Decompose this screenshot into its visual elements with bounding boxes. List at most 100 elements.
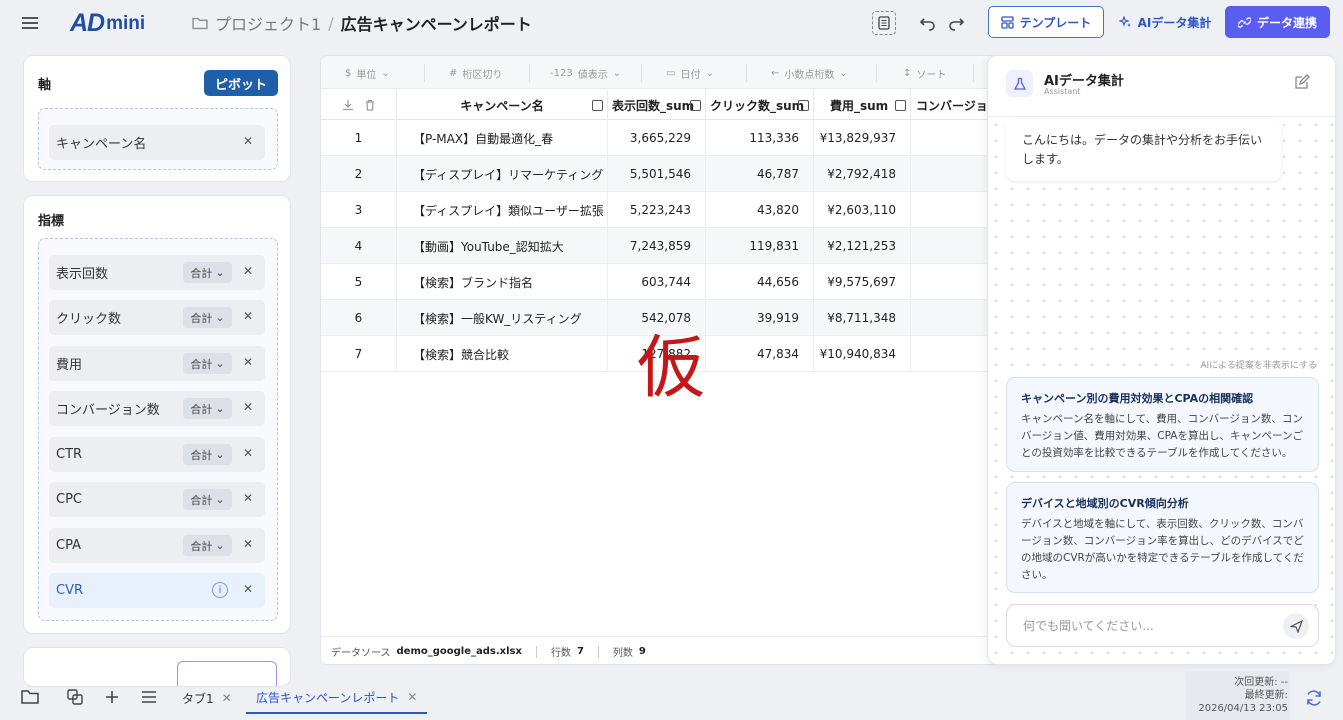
data-link-label: データ連携 <box>1256 15 1317 30</box>
column-count-value: 9 <box>638 646 646 657</box>
remove-icon[interactable]: ✕ <box>243 355 253 369</box>
chat-input[interactable]: 何でも聞いてください... <box>1006 604 1319 647</box>
sort-button[interactable]: ↕ ソート <box>903 66 946 81</box>
suggestion-title: デバイスと地域別のCVR傾向分析 <box>1021 497 1189 510</box>
column-checkbox[interactable] <box>690 99 701 111</box>
metric-field[interactable]: CPA 合計 ⌄ ✕ <box>49 528 265 563</box>
edit-icon[interactable] <box>1294 74 1312 92</box>
folder-icon[interactable] <box>20 688 40 706</box>
data-link-button[interactable]: データ連携 <box>1225 6 1330 38</box>
table-toolbar: $ 単位 ⌄ # 桁区切り -123 値表示 ⌄ ▭ 日付 ⌄ ← 小数点桁数 ⌄ ↕ ソート <box>321 56 995 89</box>
column-checkbox[interactable] <box>592 99 603 111</box>
remove-icon[interactable]: ✕ <box>243 582 253 596</box>
unit-select[interactable]: $ 単位 ⌄ <box>345 66 390 81</box>
metric-field[interactable]: クリック数 合計 ⌄ ✕ <box>49 300 265 335</box>
aggregation-select[interactable]: 合計 ⌄ <box>183 262 232 283</box>
column-header-cost[interactable]: 費用_sum <box>814 90 911 120</box>
tab-1[interactable]: タブ1 ✕ <box>182 682 232 714</box>
sort-label: ソート <box>916 70 947 81</box>
digit-separator-toggle[interactable]: # 桁区切り <box>449 66 502 81</box>
table-row[interactable]: 2 【ディスプレイ】リマーケティング 5,501,546 46,787 ¥2,792,4… <box>321 156 995 192</box>
logo-main: AD <box>70 9 105 37</box>
template-button[interactable]: テンプレート <box>988 6 1104 38</box>
cell-cost: ¥8,711,348 <box>814 300 911 336</box>
remove-icon[interactable]: ✕ <box>243 491 253 505</box>
hide-suggestions-link[interactable]: AIによる提案を非表示にする <box>1200 358 1317 371</box>
aggregation-select[interactable]: 合計 ⌄ <box>183 307 232 328</box>
tab-campaign-report[interactable]: 広告キャンペーンレポート ✕ <box>246 682 428 714</box>
value-display-label: 値表示 <box>577 70 608 81</box>
remove-icon[interactable]: ✕ <box>243 264 253 278</box>
breadcrumb: プロジェクト1 / 広告キャンペーンレポート <box>192 12 532 34</box>
metric-field-highlighted[interactable]: CVR i ✕ <box>49 573 265 608</box>
tab-list-icon[interactable] <box>140 688 160 706</box>
decimals-select[interactable]: ← 小数点桁数 ⌄ <box>771 66 848 81</box>
metric-field[interactable]: 費用 合計 ⌄ ✕ <box>49 346 265 381</box>
remove-icon[interactable]: ✕ <box>243 309 253 323</box>
remove-icon[interactable]: ✕ <box>243 400 253 414</box>
column-checkbox[interactable] <box>798 99 809 111</box>
info-icon[interactable]: i <box>212 582 228 598</box>
metric-field-label: 表示回数 <box>56 267 109 282</box>
column-checkbox[interactable] <box>895 99 906 111</box>
chevron-down-icon: ⌄ <box>705 68 714 79</box>
redo-button[interactable] <box>945 11 967 33</box>
send-button[interactable] <box>1283 613 1309 639</box>
menu-icon[interactable] <box>20 14 40 32</box>
add-tab-icon[interactable] <box>103 688 123 706</box>
aggregation-select[interactable]: 合計 ⌄ <box>183 535 232 556</box>
metric-field[interactable]: コンバージョン数 合計 ⌄ ✕ <box>49 391 265 426</box>
column-header-impressions[interactable]: 表示回数_sum <box>608 90 706 120</box>
row-number: 4 <box>321 228 397 264</box>
trash-icon[interactable] <box>364 99 376 111</box>
table-panel: $ 単位 ⌄ # 桁区切り -123 値表示 ⌄ ▭ 日付 ⌄ ← 小数点桁数 ⌄ ↕ ソート キャ… <box>320 55 996 665</box>
table-row[interactable]: 7 【検索】競合比較 127,882 47,834 ¥10,940,834 <box>321 336 995 372</box>
metric-dropzone[interactable]: 表示回数 合計 ⌄ ✕ クリック数 合計 ⌄ ✕ 費用 合計 ⌄ ✕ コンバージョン数 合計 ⌄ ✕ C… <box>38 238 278 621</box>
refresh-icon[interactable] <box>1304 688 1324 708</box>
metric-field[interactable]: CPC 合計 ⌄ ✕ <box>49 482 265 517</box>
aggregation-select[interactable]: 合計 ⌄ <box>183 489 232 510</box>
date-select[interactable]: ▭ 日付 ⌄ <box>666 66 714 81</box>
column-header-campaign[interactable]: キャンペーン名 <box>397 90 608 120</box>
remove-icon[interactable]: ✕ <box>243 446 253 460</box>
metric-field[interactable]: 表示回数 合計 ⌄ ✕ <box>49 255 265 290</box>
undo-icon <box>919 18 935 31</box>
close-icon[interactable]: ✕ <box>222 691 232 705</box>
axis-field[interactable]: キャンペーン名 ✕ <box>49 125 265 160</box>
close-icon[interactable]: ✕ <box>407 690 417 704</box>
cell-clicks: 119,831 <box>706 228 814 264</box>
pivot-button[interactable]: ピボット <box>204 70 278 96</box>
table-row[interactable]: 1 【P-MAX】自動最適化_春 3,665,229 113,336 ¥13,829,9… <box>321 120 995 156</box>
copy-icon[interactable] <box>66 688 86 706</box>
ai-aggregate-button[interactable]: AIデータ集計 <box>1113 6 1217 38</box>
suggestion-card[interactable]: デバイスと地域別のCVR傾向分析 デバイスと地域を軸にして、表示回数、クリック数… <box>1006 482 1319 593</box>
column-header-conversion[interactable]: コンバージョン <box>911 90 995 120</box>
table-row[interactable]: 5 【検索】ブランド指名 603,744 44,656 ¥9,575,697 <box>321 264 995 300</box>
filter-panel <box>23 647 291 687</box>
redo-icon <box>949 18 965 31</box>
table-row[interactable]: 4 【動画】YouTube_認知拡大 7,243,859 119,831 ¥2,121,… <box>321 228 995 264</box>
breadcrumb-project[interactable]: プロジェクト1 <box>215 11 321 35</box>
undo-button[interactable] <box>917 11 939 33</box>
source-value: demo_google_ads.xlsx <box>396 646 522 657</box>
axis-dropzone[interactable]: キャンペーン名 ✕ <box>38 108 278 170</box>
value-display-select[interactable]: -123 値表示 ⌄ <box>550 66 621 81</box>
remove-icon[interactable]: ✕ <box>243 134 253 148</box>
suggestion-card[interactable]: キャンペーン別の費用対効果とCPAの相関確認 キャンペーン名を軸にして、費用、コ… <box>1006 377 1319 472</box>
header-actions <box>321 90 397 120</box>
table-row[interactable]: 6 【検索】一般KW_リスティング 542,078 39,919 ¥8,711,348 <box>321 300 995 336</box>
remove-icon[interactable]: ✕ <box>243 537 253 551</box>
aggregation-select[interactable]: 合計 ⌄ <box>183 353 232 374</box>
table-row[interactable]: 3 【ディスプレイ】類似ユーザー拡張 5,223,243 43,820 ¥2,603,1… <box>321 192 995 228</box>
download-icon[interactable] <box>342 99 354 111</box>
document-button[interactable] <box>872 11 896 35</box>
calendar-icon: ▭ <box>666 68 676 79</box>
aggregation-select[interactable]: 合計 ⌄ <box>183 398 232 419</box>
column-header-clicks[interactable]: クリック数_sum <box>706 90 814 120</box>
row-count-value: 7 <box>576 646 584 657</box>
aggregation-select[interactable]: 合計 ⌄ <box>183 444 232 465</box>
document-icon <box>878 16 890 30</box>
chevron-down-icon: ⌄ <box>215 402 225 415</box>
cell-clicks: 43,820 <box>706 192 814 228</box>
metric-field[interactable]: CTR 合計 ⌄ ✕ <box>49 437 265 472</box>
